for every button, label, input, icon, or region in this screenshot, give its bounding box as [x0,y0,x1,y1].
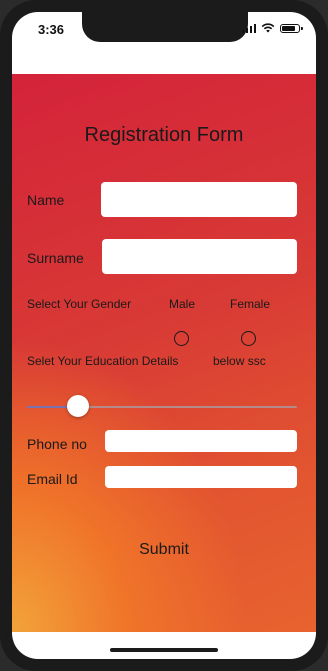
status-icons [241,23,303,33]
phone-label: Phone no [27,436,87,452]
name-label: Name [27,192,65,208]
name-input[interactable] [101,182,297,217]
home-indicator [110,648,218,652]
gender-option-female-label: Female [230,297,271,311]
screen: 3:36 Registration Form Name Surname Sele… [12,12,316,659]
email-label: Email Id [27,471,78,487]
education-slider-thumb[interactable] [67,395,90,417]
battery-icon [280,23,303,33]
education-label: Selet Your Education Details [27,354,179,368]
wifi-icon [261,23,275,33]
submit-button[interactable]: Submit [114,534,214,564]
female-radio[interactable] [241,331,256,346]
registration-form: Registration Form Name Surname Select Yo… [12,74,316,632]
phone-frame: 3:36 Registration Form Name Surname Sele… [0,0,328,671]
notch [82,12,248,42]
education-value: below ssc [213,354,266,368]
signal-icon [241,23,256,33]
gender-option-male-label: Male [169,297,196,311]
email-input[interactable] [105,466,297,488]
male-radio[interactable] [174,331,189,346]
surname-input[interactable] [102,239,297,274]
gender-label: Select Your Gender [27,297,132,311]
phone-input[interactable] [105,430,297,452]
surname-label: Surname [27,250,84,266]
form-title: Registration Form [84,124,244,146]
status-time: 3:36 [38,22,65,37]
